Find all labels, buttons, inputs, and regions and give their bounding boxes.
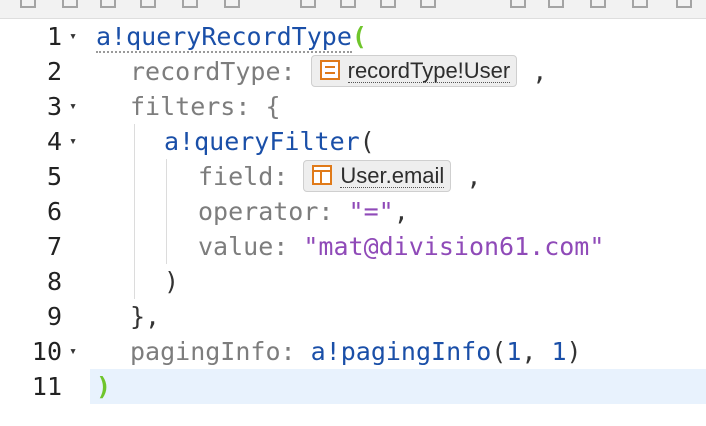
- toolbar-icon[interactable]: [140, 0, 156, 8]
- separator: ,: [521, 337, 552, 366]
- toolbar-icon[interactable]: [380, 0, 396, 8]
- colon: :: [318, 197, 349, 226]
- line-number: 11: [31, 372, 62, 401]
- toolbar-icon[interactable]: [548, 0, 564, 8]
- param-name: pagingInfo: [130, 337, 281, 366]
- line-number: 9: [46, 302, 62, 331]
- number-literal: 1: [551, 337, 567, 366]
- toolbar-icon[interactable]: [20, 0, 36, 8]
- comma: ,: [517, 57, 548, 86]
- function-name: a!queryFilter: [164, 127, 360, 156]
- comma: ,: [393, 197, 409, 226]
- close-brace: },: [130, 302, 161, 331]
- toolbar-icon[interactable]: [224, 0, 240, 8]
- colon: :: [280, 57, 311, 86]
- param-name: operator: [198, 197, 319, 226]
- line-number: 3: [46, 92, 62, 121]
- colon: :: [273, 232, 304, 261]
- toolbar-icon[interactable]: [510, 0, 526, 8]
- param-name: filters: [130, 92, 236, 121]
- code-line-11[interactable]: 11 ): [0, 369, 706, 404]
- code-line-6[interactable]: 6 operator: "=",: [0, 194, 706, 229]
- line-number: 10: [31, 337, 62, 366]
- record-type-chip-label: recordType!User: [347, 58, 511, 83]
- param-name: value: [198, 232, 274, 261]
- toolbar-icon[interactable]: [340, 0, 356, 8]
- function-name: a!pagingInfo: [310, 337, 492, 366]
- line-number: 8: [46, 267, 62, 296]
- record-field-chip-label: User.email: [340, 163, 445, 188]
- string-literal: "mat@division61.com": [303, 232, 605, 261]
- code-line-10[interactable]: 10 ▾ pagingInfo: a!pagingInfo(1, 1): [0, 334, 706, 369]
- line-number: 7: [46, 232, 62, 261]
- toolbar-icon[interactable]: [676, 0, 692, 8]
- matched-paren: (: [351, 22, 367, 51]
- record-field-chip[interactable]: User.email: [303, 160, 452, 192]
- matched-paren: ): [96, 372, 112, 401]
- code-line-9[interactable]: 9 },: [0, 299, 706, 334]
- toolbar-icon[interactable]: [182, 0, 198, 8]
- line-number: 5: [46, 162, 62, 191]
- param-name: recordType: [130, 57, 281, 86]
- close-paren: ): [566, 337, 582, 366]
- code-line-2[interactable]: 2 recordType: recordType!User ,: [0, 54, 706, 89]
- comma: ,: [451, 162, 482, 191]
- record-field-icon: [312, 165, 333, 185]
- fold-toggle-icon[interactable]: ▾: [66, 19, 80, 54]
- toolbar-icon[interactable]: [300, 0, 316, 8]
- code-line-5[interactable]: 5 field: User.email ,: [0, 159, 706, 194]
- fold-toggle-icon[interactable]: ▾: [66, 334, 80, 369]
- code-editor[interactable]: 1 ▾ a!queryRecordType( 2 recordType: rec…: [0, 19, 706, 426]
- line-number: 1: [46, 22, 62, 51]
- record-type-chip[interactable]: recordType!User: [310, 55, 518, 87]
- code-line-7[interactable]: 7 value: "mat@division61.com": [0, 229, 706, 264]
- colon-brace: : {: [235, 92, 281, 121]
- line-number: 6: [46, 197, 62, 226]
- string-literal: "=": [348, 197, 394, 226]
- paren: (: [491, 337, 507, 366]
- close-paren: ): [164, 267, 180, 296]
- fold-toggle-icon[interactable]: ▾: [66, 89, 80, 124]
- paren: (: [359, 127, 375, 156]
- editor-toolbar: [0, 0, 706, 19]
- code-line-3[interactable]: 3 ▾ filters: {: [0, 89, 706, 124]
- code-line-8[interactable]: 8 ): [0, 264, 706, 299]
- function-name: a!queryRecordType: [96, 22, 352, 53]
- code-line-1[interactable]: 1 ▾ a!queryRecordType(: [0, 19, 706, 54]
- number-literal: 1: [506, 337, 522, 366]
- toolbar-icon[interactable]: [632, 0, 648, 8]
- record-type-icon: [319, 60, 340, 80]
- line-number: 4: [46, 127, 62, 156]
- toolbar-icon[interactable]: [100, 0, 116, 8]
- line-number: 2: [46, 57, 62, 86]
- code-line-4[interactable]: 4 ▾ a!queryFilter(: [0, 124, 706, 159]
- colon: :: [273, 162, 304, 191]
- param-name: field: [198, 162, 274, 191]
- toolbar-icon[interactable]: [420, 0, 436, 8]
- colon: :: [280, 337, 311, 366]
- fold-toggle-icon[interactable]: ▾: [66, 124, 80, 159]
- toolbar-icon[interactable]: [62, 0, 78, 8]
- toolbar-icon[interactable]: [590, 0, 606, 8]
